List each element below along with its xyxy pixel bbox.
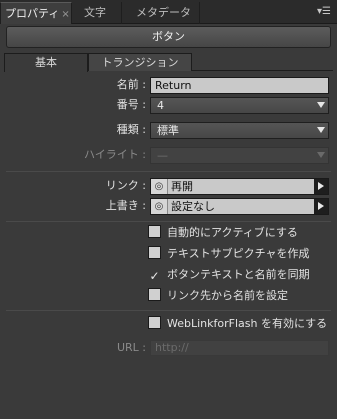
pickwhip-icon[interactable]: ◎ (151, 179, 168, 194)
highlight-select: — (150, 147, 329, 164)
type-label: 種類 : (116, 123, 146, 136)
url-field: http:// (150, 340, 329, 356)
overwrite-label: 上書き : (105, 199, 146, 212)
checkbox-box[interactable] (148, 246, 161, 259)
name-field-value: Return (155, 79, 192, 92)
overwrite-field-value: 設定なし (171, 200, 215, 213)
chevron-down-icon (317, 102, 325, 108)
triangle-right-icon (318, 182, 324, 190)
number-select[interactable]: 4 (150, 97, 329, 114)
tab-transition-label: トランジション (101, 56, 179, 69)
triangle-right-icon (318, 202, 324, 210)
close-icon[interactable]: × (61, 9, 69, 20)
number-select-value: 4 (157, 99, 164, 112)
overwrite-field[interactable]: ◎ 設定なし (150, 198, 329, 215)
checkbox-auto-activate[interactable]: 自動的にアクティブにする (148, 225, 298, 241)
checkbox-label: リンク先から名前を設定 (167, 289, 288, 302)
tab-text[interactable]: 文字 (72, 2, 122, 24)
tab-properties[interactable]: プロパティ × (0, 2, 72, 24)
checkbox-label: ボタンテキストと名前を同期 (167, 268, 310, 281)
number-label: 番号 : (116, 98, 146, 111)
checkbox-name-from-target[interactable]: リンク先から名前を設定 (148, 288, 288, 304)
chevron-down-icon (317, 127, 325, 133)
panel-menu-icon[interactable]: ▾☰ (315, 5, 333, 19)
checkbox-box[interactable] (148, 225, 161, 238)
checkbox-box[interactable] (148, 316, 161, 329)
checkbox-label: テキストサブピクチャを作成 (167, 247, 310, 260)
tab-transition[interactable]: トランジション (88, 53, 192, 71)
chevron-down-icon (317, 152, 325, 158)
link-field[interactable]: ◎ 再開 (150, 178, 329, 195)
name-field[interactable]: Return (150, 77, 329, 94)
highlight-select-value: — (157, 149, 168, 162)
type-select[interactable]: 標準 (150, 122, 329, 139)
checkbox-box[interactable] (148, 288, 161, 301)
header-title: ボタン (152, 30, 185, 43)
checkbox-label: WebLinkforFlash を有効にする (167, 317, 328, 330)
highlight-label: ハイライト : (84, 148, 146, 161)
tab-metadata[interactable]: メタデータ (122, 2, 200, 24)
checkbox-weblink-flash[interactable]: WebLinkforFlash を有効にする (148, 316, 327, 332)
tab-metadata-label: メタデータ (136, 6, 191, 19)
name-label: 名前 : (116, 78, 146, 91)
object-type-header: ボタン (6, 26, 331, 48)
overwrite-menu-button[interactable] (314, 199, 328, 214)
link-field-value: 再開 (171, 180, 193, 193)
url-placeholder: http:// (155, 341, 189, 354)
checkbox-sync-name[interactable]: ✓ ボタンテキストと名前を同期 (148, 267, 310, 283)
link-label: リンク : (105, 179, 146, 192)
divider (6, 221, 331, 222)
checkbox-create-subpicture[interactable]: テキストサブピクチャを作成 (148, 246, 310, 262)
divider (6, 171, 331, 172)
type-select-value: 標準 (157, 124, 179, 137)
tab-text-label: 文字 (84, 6, 106, 19)
checkbox-label: 自動的にアクティブにする (167, 226, 298, 239)
tab-basic-label: 基本 (35, 56, 57, 69)
url-label: URL : (116, 341, 146, 354)
checkmark-icon[interactable]: ✓ (148, 270, 161, 283)
pickwhip-icon[interactable]: ◎ (151, 199, 168, 214)
tab-properties-label: プロパティ (5, 7, 60, 20)
link-menu-button[interactable] (314, 179, 328, 194)
divider (6, 310, 331, 311)
tab-basic[interactable]: 基本 (4, 53, 88, 72)
